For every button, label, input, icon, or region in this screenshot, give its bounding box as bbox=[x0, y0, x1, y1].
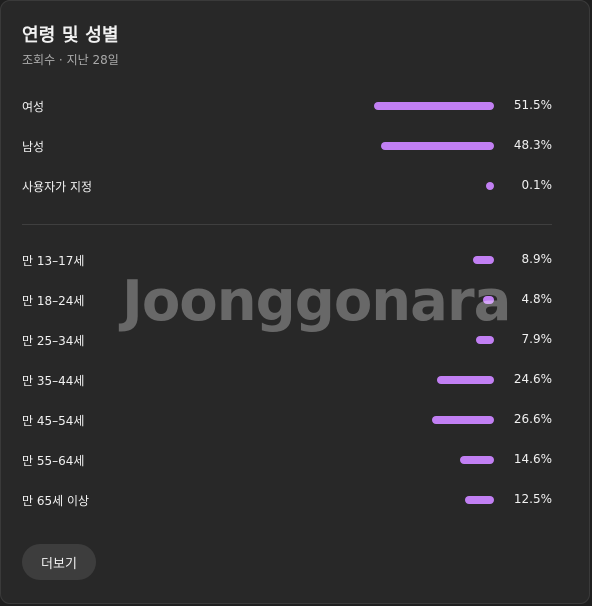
percent-bar bbox=[475, 336, 494, 344]
age-gender-card: 연령 및 성별 조회수 · 지난 28일 여성 51.5% 남성 48.3% 사용자가 … bbox=[0, 0, 590, 604]
row-label: 만 18–24세 bbox=[22, 294, 85, 308]
bar-track bbox=[354, 376, 494, 384]
percent-bar bbox=[486, 182, 494, 190]
age-row: 만 18–24세 4.8% bbox=[22, 291, 552, 311]
row-percent: 7.9% bbox=[521, 332, 553, 346]
row-label: 만 45–54세 bbox=[22, 414, 85, 428]
row-label: 남성 bbox=[22, 140, 45, 154]
row-label: 여성 bbox=[22, 100, 45, 114]
bar-track bbox=[354, 416, 494, 424]
row-label: 사용자가 지정 bbox=[22, 180, 93, 194]
row-percent: 24.6% bbox=[513, 372, 552, 386]
bar-track bbox=[354, 182, 494, 190]
gender-row: 사용자가 지정 0.1% bbox=[22, 177, 552, 197]
age-row: 만 35–44세 24.6% bbox=[22, 371, 552, 391]
bar-track bbox=[354, 102, 494, 110]
row-label: 만 25–34세 bbox=[22, 334, 85, 348]
percent-bar bbox=[436, 376, 494, 384]
gender-row: 남성 48.3% bbox=[22, 137, 552, 157]
row-label: 만 13–17세 bbox=[22, 254, 85, 268]
percent-bar bbox=[459, 456, 494, 464]
row-percent: 4.8% bbox=[521, 292, 553, 306]
age-row: 만 65세 이상 12.5% bbox=[22, 491, 552, 511]
percent-bar bbox=[381, 142, 494, 150]
bar-track bbox=[354, 336, 494, 344]
age-row: 만 25–34세 7.9% bbox=[22, 331, 552, 351]
age-row: 만 55–64세 14.6% bbox=[22, 451, 552, 471]
row-label: 만 55–64세 bbox=[22, 454, 85, 468]
row-percent: 14.6% bbox=[513, 452, 552, 466]
row-percent: 12.5% bbox=[513, 492, 552, 506]
percent-bar bbox=[473, 256, 494, 264]
section-divider bbox=[22, 224, 552, 225]
percent-bar bbox=[464, 496, 494, 504]
bar-track bbox=[354, 142, 494, 150]
bar-track bbox=[354, 256, 494, 264]
row-percent: 0.1% bbox=[521, 178, 553, 192]
row-percent: 26.6% bbox=[513, 412, 552, 426]
row-percent: 48.3% bbox=[513, 138, 552, 152]
more-button[interactable]: 더보기 bbox=[22, 544, 96, 580]
age-row: 만 13–17세 8.9% bbox=[22, 251, 552, 271]
gender-row: 여성 51.5% bbox=[22, 97, 552, 117]
row-label: 만 65세 이상 bbox=[22, 494, 90, 508]
bar-track bbox=[354, 496, 494, 504]
percent-bar bbox=[432, 416, 494, 424]
card-subtitle: 조회수 · 지난 28일 bbox=[22, 53, 119, 67]
row-percent: 8.9% bbox=[521, 252, 553, 266]
bar-track bbox=[354, 296, 494, 304]
percent-bar bbox=[374, 102, 494, 110]
row-label: 만 35–44세 bbox=[22, 374, 85, 388]
age-row: 만 45–54세 26.6% bbox=[22, 411, 552, 431]
card-title: 연령 및 성별 bbox=[22, 25, 119, 46]
row-percent: 51.5% bbox=[513, 98, 552, 112]
percent-bar bbox=[482, 296, 494, 304]
bar-track bbox=[354, 456, 494, 464]
